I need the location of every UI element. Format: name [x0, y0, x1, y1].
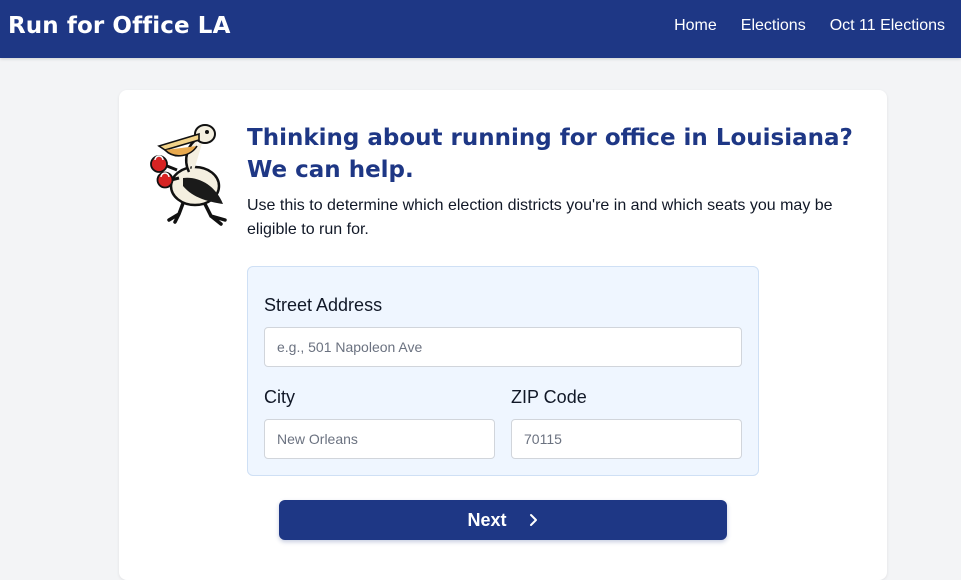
headline-line-1: Thinking about running for office in Lou…: [247, 125, 853, 151]
street-address-label: Street Address: [264, 295, 383, 315]
intro-text: Use this to determine which election dis…: [247, 197, 833, 238]
main-card: Thinking about running for office in Lou…: [119, 90, 887, 580]
address-form-panel: Street Address City ZIP Code: [247, 266, 759, 476]
street-address-input[interactable]: [264, 327, 742, 367]
city-label: City: [264, 387, 295, 407]
nav-link-oct-11-elections[interactable]: Oct 11 Elections: [830, 17, 945, 35]
zip-code-label: ZIP Code: [511, 387, 587, 407]
nav-link-elections[interactable]: Elections: [741, 17, 806, 35]
site-brand-link[interactable]: Run for Office LA: [8, 13, 230, 39]
city-input[interactable]: [264, 419, 495, 459]
chevron-right-icon: [529, 513, 539, 527]
zip-code-input[interactable]: [511, 419, 742, 459]
next-button[interactable]: Next: [279, 500, 727, 540]
main-nav: Home Elections Oct 11 Elections: [674, 17, 945, 35]
nav-link-home[interactable]: Home: [674, 17, 717, 35]
pelican-boxing-mascot-icon: [150, 124, 227, 226]
next-button-label: Next: [467, 509, 507, 530]
top-navigation-bar: Run for Office LA Home Elections Oct 11 …: [0, 0, 961, 58]
page-headline: Thinking about running for office in Lou…: [247, 122, 867, 186]
headline-line-2: We can help.: [247, 157, 414, 183]
